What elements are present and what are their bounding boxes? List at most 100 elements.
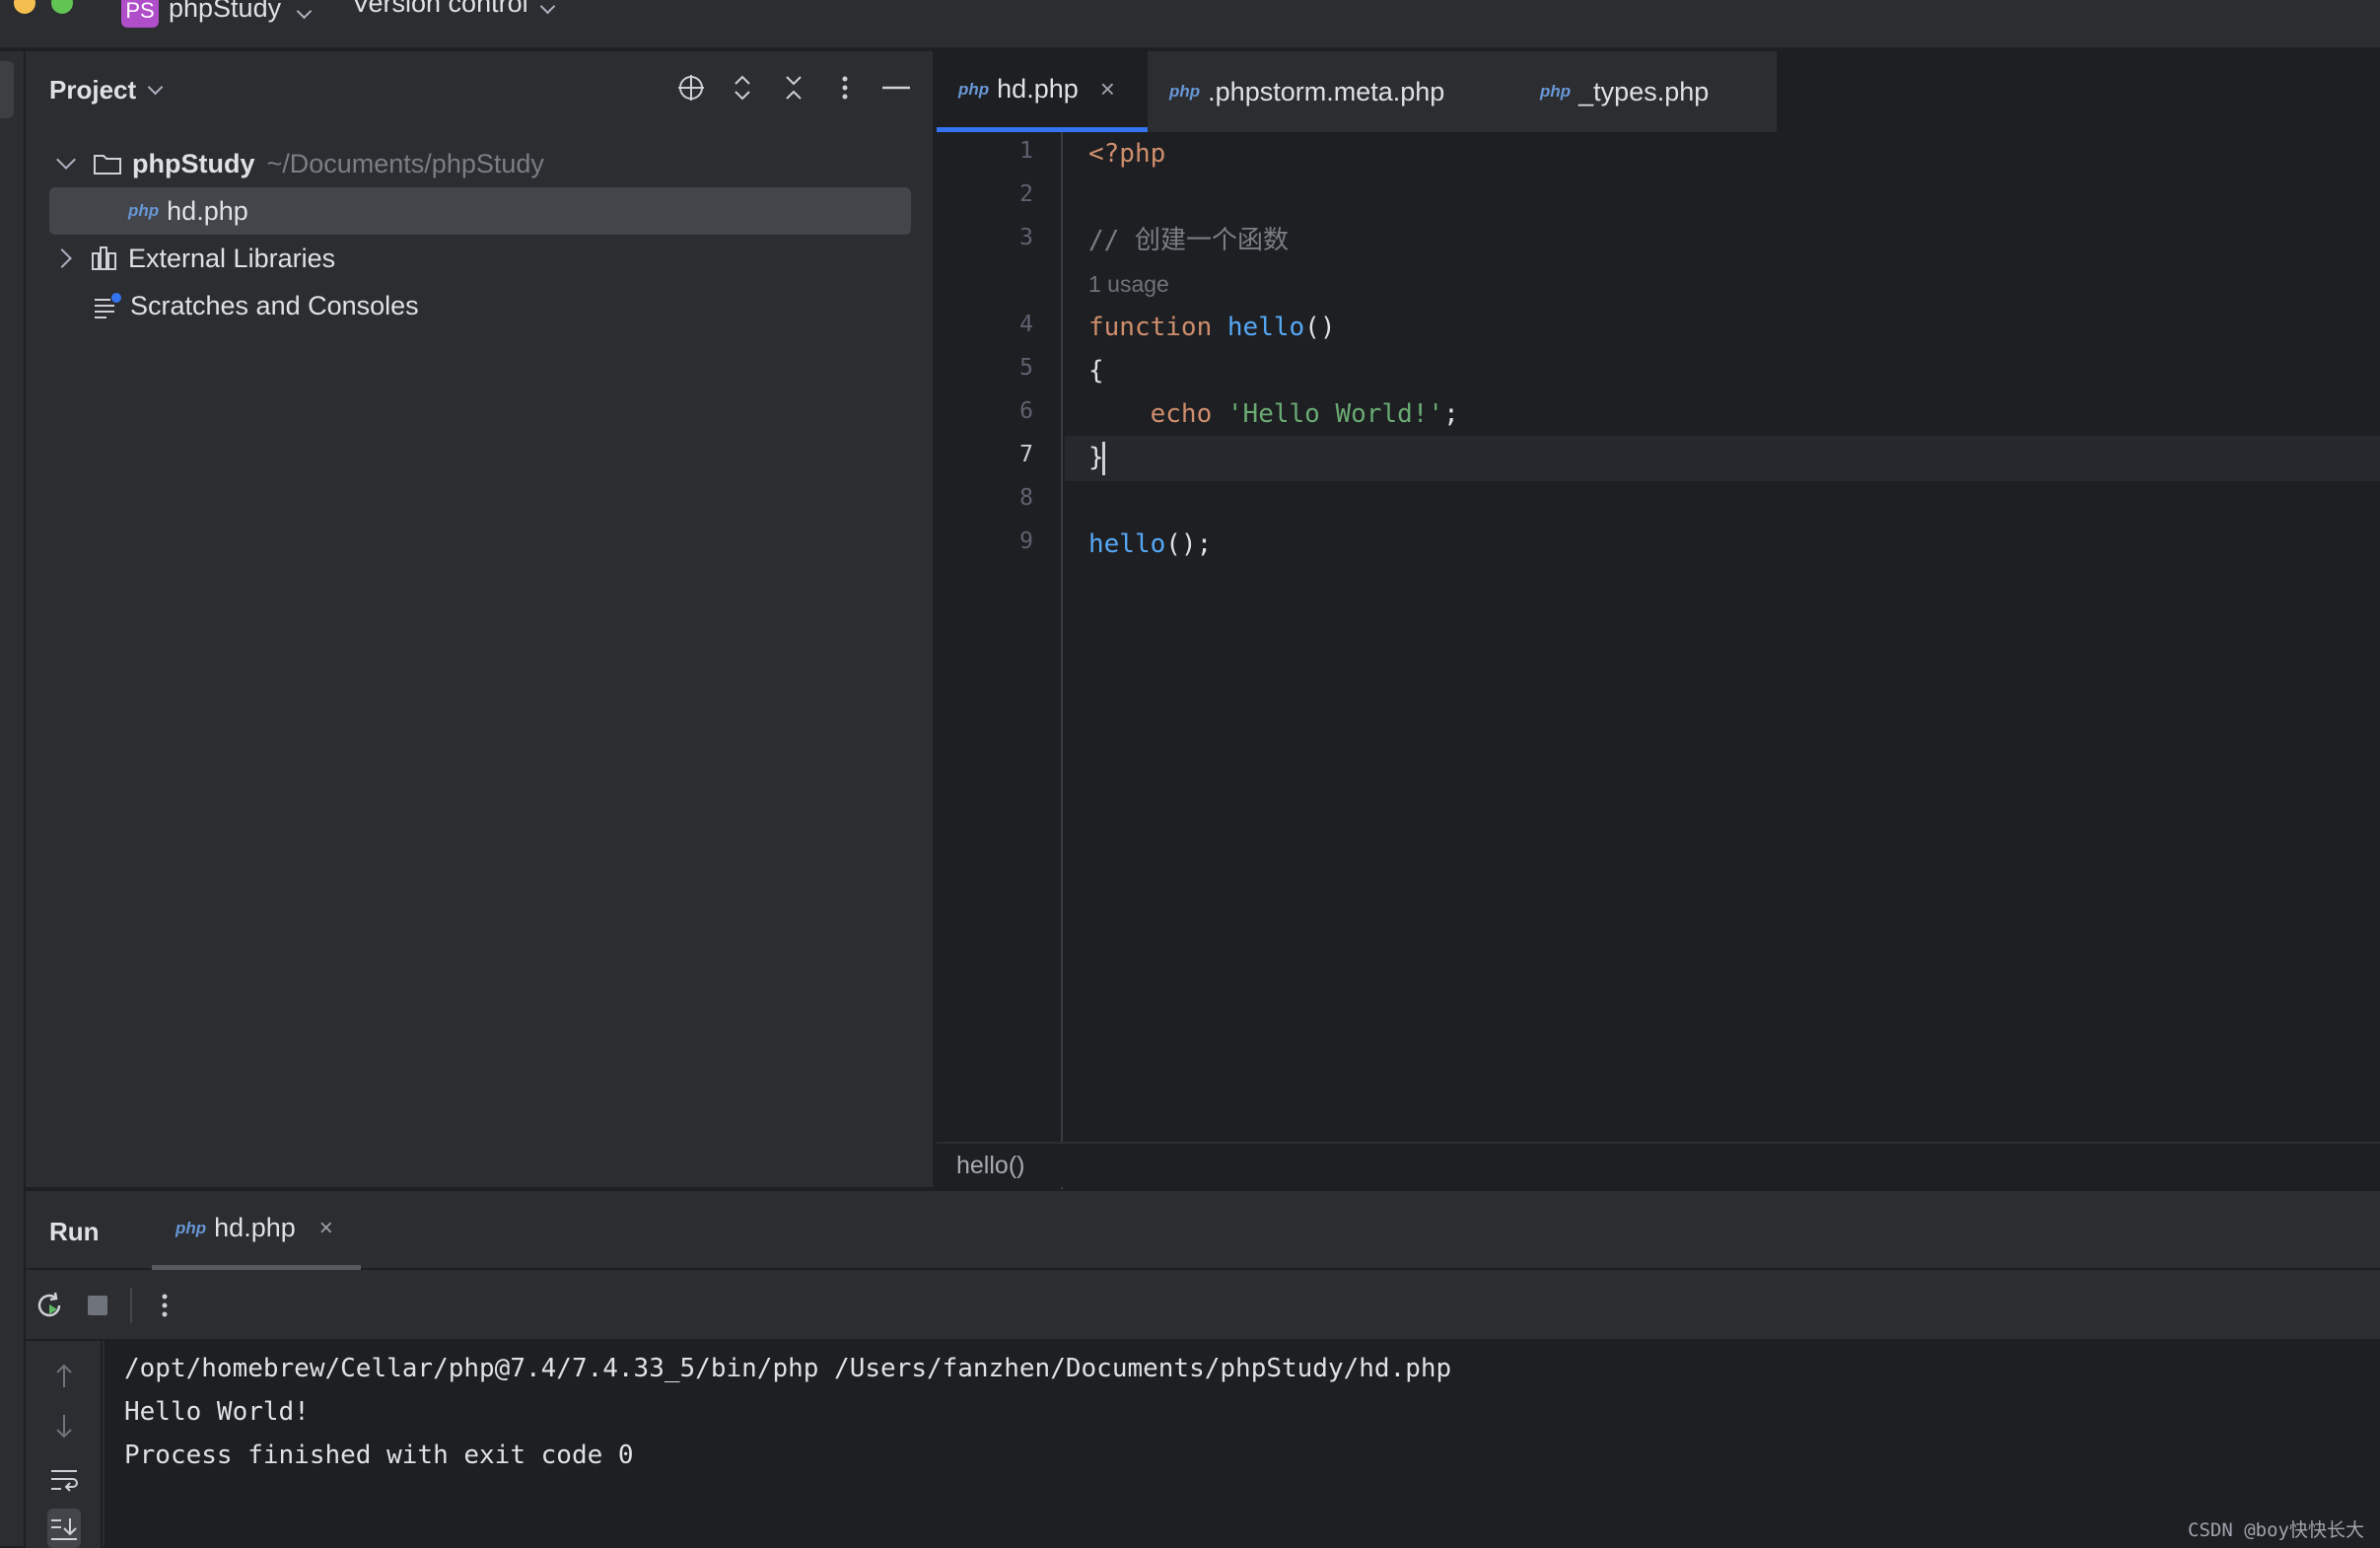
run-toolbar xyxy=(26,1272,2380,1341)
line-number-gutter: 1 2 3 4 5 6 7 8 9 xyxy=(937,132,1063,1192)
minimize-window-button[interactable] xyxy=(14,0,35,14)
more-options-icon[interactable] xyxy=(150,1291,179,1320)
expand-all-icon[interactable] xyxy=(728,73,757,103)
current-line-highlight xyxy=(1065,436,2380,481)
tab-bar-empty xyxy=(1777,51,2380,132)
project-name: phpStudy xyxy=(169,0,282,23)
php-run-icon: php xyxy=(175,1218,207,1237)
tab-label: _types.php xyxy=(1578,76,1710,106)
rerun-icon[interactable] xyxy=(35,1291,65,1320)
editor: php hd.php × php .phpstorm.meta.php php … xyxy=(937,51,2380,1192)
parens: () xyxy=(1304,313,1336,342)
stop-icon[interactable] xyxy=(83,1291,112,1320)
breadcrumb-item[interactable]: hello() xyxy=(956,1152,1024,1180)
run-tab-hd-php[interactable]: php hd.php × xyxy=(152,1191,361,1270)
echo-keyword: echo xyxy=(1150,399,1213,429)
external-libraries-label: External Libraries xyxy=(128,243,336,273)
function-name: hello xyxy=(1226,313,1305,342)
hide-panel-icon[interactable] xyxy=(881,73,911,103)
project-switcher[interactable]: PS phpStudy xyxy=(121,0,313,28)
run-panel-title: Run xyxy=(49,1217,100,1246)
soft-wrap-icon[interactable] xyxy=(47,1463,81,1497)
console-line: Process finished with exit code 0 xyxy=(124,1441,634,1470)
console-side-toolbar xyxy=(26,1341,103,1548)
line-number: 1 xyxy=(1019,138,1033,164)
chevron-right-icon xyxy=(52,248,72,268)
console-line: Hello World! xyxy=(124,1397,310,1427)
project-title-label: Project xyxy=(49,75,137,105)
semicolon: ; xyxy=(1443,399,1459,429)
chevron-down-icon xyxy=(56,150,76,170)
run-panel: Run php hd.php × /opt/homebrew/Cellar/ph… xyxy=(26,1189,2380,1548)
title-bar: PS phpStudy Version control xyxy=(0,0,2380,49)
toolbar-separator xyxy=(130,1288,132,1323)
code-line-5: { xyxy=(1088,349,1104,392)
project-panel-title[interactable]: Project xyxy=(49,75,164,106)
line-number: 5 xyxy=(1019,355,1033,381)
arrow-up-icon[interactable] xyxy=(47,1359,81,1392)
folder-icon xyxy=(93,152,122,176)
code-line-9: hello(); xyxy=(1088,523,1212,566)
console-output[interactable]: /opt/homebrew/Cellar/php@7.4/7.4.33_5/bi… xyxy=(105,1341,2380,1548)
php-file-icon: php xyxy=(1169,82,1201,101)
tab-hd-php[interactable]: php hd.php × xyxy=(937,51,1148,132)
line-number: 2 xyxy=(1019,181,1033,207)
tree-row-external-libraries[interactable]: External Libraries xyxy=(26,235,933,282)
root-folder-name: phpStudy xyxy=(132,148,255,178)
current-line-number: 7 xyxy=(1019,442,1033,467)
collapse-all-icon[interactable] xyxy=(779,73,808,103)
scratches-icon xyxy=(93,292,122,319)
tree-row-file[interactable]: php hd.php xyxy=(26,187,933,235)
code-area[interactable]: <?php // 创建一个函数 1 usage function hello()… xyxy=(1065,132,2380,1192)
tab-types-php[interactable]: php _types.php xyxy=(1518,51,1777,132)
chevron-down-icon xyxy=(539,0,555,15)
tab-phpstorm-meta[interactable]: php .phpstorm.meta.php xyxy=(1148,51,1518,132)
code-line-6: echo 'Hello World!'; xyxy=(1088,392,1459,436)
close-run-tab-icon[interactable]: × xyxy=(319,1215,333,1242)
usage-inlay-hint[interactable]: 1 usage xyxy=(1088,262,1169,306)
left-tool-strip xyxy=(0,51,26,1546)
breadcrumb[interactable]: hello() xyxy=(937,1142,2380,1187)
project-tool-window-button[interactable] xyxy=(0,61,14,118)
editor-tabs: php hd.php × php .phpstorm.meta.php php … xyxy=(937,51,2380,132)
project-panel: Project phpStudy ~/Documents/phpStudy ph… xyxy=(26,51,935,1187)
function-call: hello xyxy=(1088,529,1166,559)
tab-label: .phpstorm.meta.php xyxy=(1208,76,1445,106)
chevron-down-icon xyxy=(296,3,313,19)
watermark: CSDN @boy快快长大 xyxy=(2188,1519,2364,1541)
chevron-down-icon xyxy=(147,79,164,96)
tree-row-root[interactable]: phpStudy ~/Documents/phpStudy xyxy=(26,140,933,187)
code-line-7: } xyxy=(1088,436,1105,479)
line-number: 6 xyxy=(1019,398,1033,424)
arrow-down-icon[interactable] xyxy=(47,1410,81,1443)
run-tab-label: hd.php xyxy=(214,1213,296,1242)
string-literal: 'Hello World!' xyxy=(1226,399,1444,429)
library-icon xyxy=(91,246,118,271)
code-line-3: // 创建一个函数 xyxy=(1088,219,1289,262)
tree-row-scratches[interactable]: Scratches and Consoles xyxy=(26,282,933,329)
call-parens: (); xyxy=(1165,529,1213,559)
open-brace: { xyxy=(1088,356,1104,386)
console-line: /opt/homebrew/Cellar/php@7.4/7.4.33_5/bi… xyxy=(124,1354,1452,1383)
tab-label: hd.php xyxy=(997,74,1079,104)
scratches-label: Scratches and Consoles xyxy=(130,290,419,320)
line-number: 3 xyxy=(1019,225,1033,250)
php-file-icon: php xyxy=(128,201,160,220)
version-control-menu[interactable]: Version control xyxy=(352,0,555,19)
file-name: hd.php xyxy=(167,195,248,226)
line-number: 4 xyxy=(1019,312,1033,337)
php-file-icon: php xyxy=(958,79,990,99)
locate-file-icon[interactable] xyxy=(676,73,706,103)
close-tab-icon[interactable]: × xyxy=(1100,74,1115,105)
root-folder-path: ~/Documents/phpStudy xyxy=(266,148,544,178)
project-toolbar xyxy=(676,73,911,103)
zoom-window-button[interactable] xyxy=(51,0,73,14)
scroll-to-end-icon[interactable] xyxy=(47,1509,81,1548)
more-options-icon[interactable] xyxy=(830,73,860,103)
code-line-1: <?php xyxy=(1088,132,1165,176)
function-keyword: function xyxy=(1088,313,1213,342)
php-file-icon: php xyxy=(1540,82,1572,101)
php-open-tag: <?php xyxy=(1088,139,1166,169)
text-caret xyxy=(1101,441,1105,475)
run-panel-header: Run php hd.php × xyxy=(26,1191,2380,1270)
